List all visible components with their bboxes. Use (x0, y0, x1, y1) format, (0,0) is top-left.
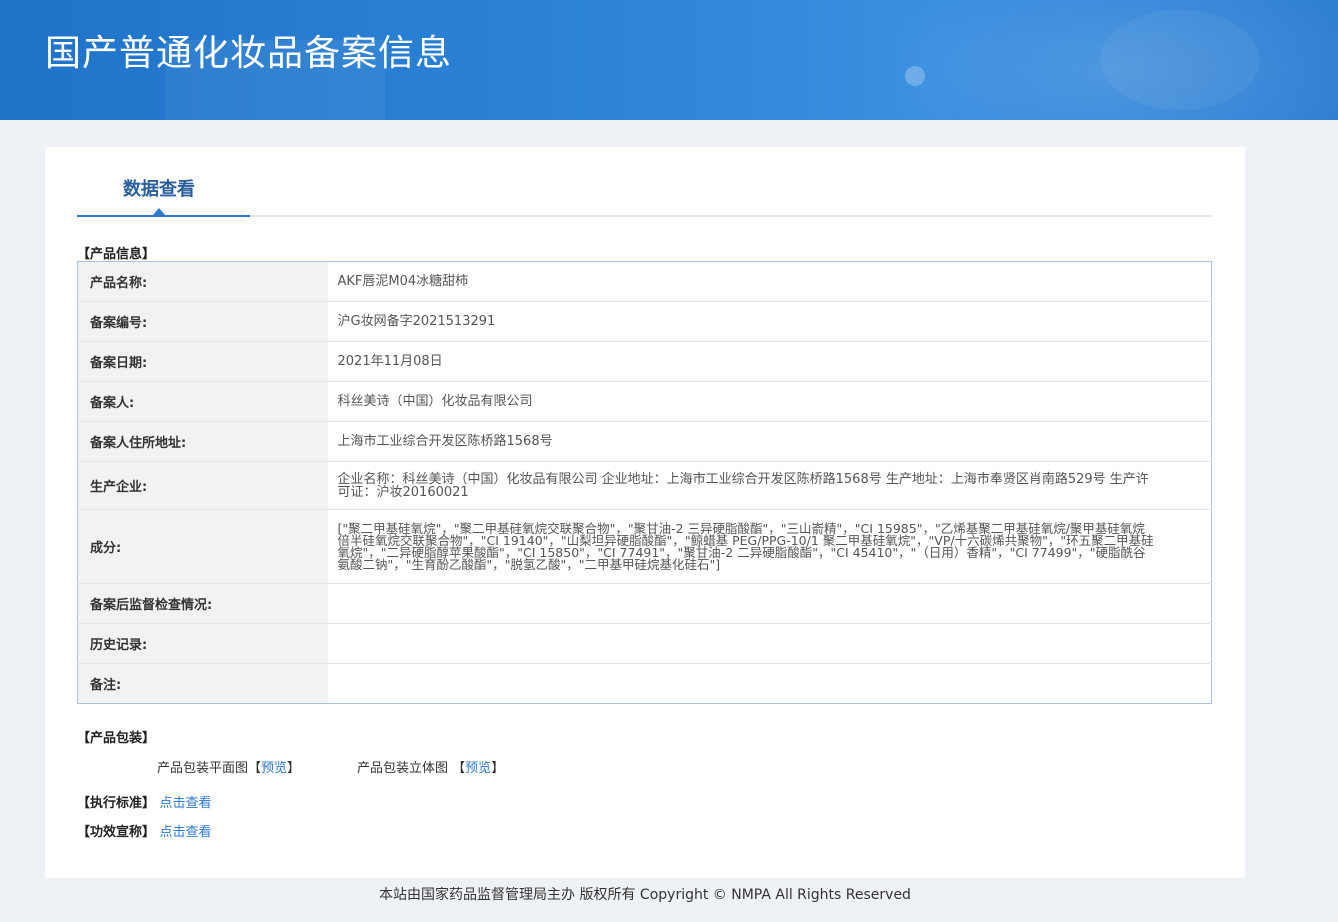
stereo-preview-link[interactable]: 预览 (465, 761, 491, 776)
row-value: 沪G妆网备字2021513291 (327, 301, 1212, 342)
claims-row: 【功效宣称】 点击查看 (77, 821, 212, 840)
standard-label: 【执行标准】 (77, 796, 156, 811)
table-row: 备案人住所地址: 上海市工业综合开发区陈桥路1568号 (77, 421, 1212, 462)
flat-preview-link[interactable]: 预览 (261, 761, 287, 776)
header-banner: 国产普通化妆品备案信息 (0, 0, 1338, 120)
table-row: 备注: (77, 663, 1212, 704)
row-label: 备案日期: (77, 341, 328, 382)
row-label: 备案后监督检查情况: (77, 583, 328, 624)
row-value (327, 623, 1212, 664)
banner-decoration (905, 66, 925, 86)
claims-label: 【功效宣称】 (77, 825, 156, 840)
product-info-table: 产品名称: AKF唇泥M04冰糖甜柿 备案编号: 沪G妆网备字202151329… (77, 261, 1212, 704)
row-value (327, 663, 1212, 704)
tab-data-view[interactable]: 数据查看 (77, 147, 250, 217)
content-card: 数据查看 【产品信息】 产品名称: AKF唇泥M04冰糖甜柿 备案编号: 沪G妆… (45, 147, 1245, 878)
standard-row: 【执行标准】 点击查看 (77, 792, 212, 811)
packaging-flat-label: 产品包装平面图 (157, 761, 249, 776)
row-value: 科丝美诗（中国）化妆品有限公司 (327, 381, 1212, 422)
row-label: 备案人住所地址: (77, 421, 328, 462)
site-title: 国产普通化妆品备案信息 (45, 33, 453, 74)
row-label: 历史记录: (77, 623, 328, 664)
row-label: 生产企业: (77, 461, 328, 510)
table-row: 备案编号: 沪G妆网备字2021513291 (77, 301, 1212, 342)
bracket: 【 (452, 761, 466, 776)
table-row: 生产企业: 企业名称：科丝美诗（中国）化妆品有限公司 企业地址：上海市工业综合开… (77, 461, 1212, 510)
table-row: 备案后监督检查情况: (77, 583, 1212, 624)
table-row: 历史记录: (77, 623, 1212, 664)
row-value: AKF唇泥M04冰糖甜柿 (337, 274, 469, 289)
table-row: 产品名称: AKF唇泥M04冰糖甜柿 (77, 261, 1212, 302)
banner-decoration (1100, 10, 1260, 110)
standard-view-link[interactable]: 点击查看 (160, 796, 212, 811)
footer-copyright: 本站由国家药品监督管理局主办 版权所有 Copyright © NMPA All… (379, 887, 911, 903)
product-info-section-title: 【产品信息】 (77, 247, 156, 262)
row-label: 备案编号: (77, 301, 328, 342)
packaging-stereo-label: 产品包装立体图 (357, 761, 449, 776)
row-value: 2021年11月08日 (327, 341, 1212, 382)
row-label: 产品名称: (77, 261, 328, 302)
row-value (327, 583, 1212, 624)
packaging-flat-item: 产品包装平面图【预览】 (157, 757, 300, 776)
packaging-stereo-item: 产品包装立体图 【预览】 (357, 757, 504, 776)
table-row: 备案日期: 2021年11月08日 (77, 341, 1212, 382)
tab-label: 数据查看 (123, 179, 195, 200)
bracket: 】 (491, 761, 505, 776)
tab-bar: 数据查看 (77, 147, 1212, 217)
claims-view-link[interactable]: 点击查看 (160, 825, 212, 840)
row-label: 备案人: (77, 381, 328, 422)
table-row: 成分: ["聚二甲基硅氧烷"，"聚二甲基硅氧烷交联聚合物"，"聚甘油-2 三异硬… (77, 509, 1212, 584)
packaging-section-title: 【产品包装】 (77, 731, 156, 746)
row-value: 企业名称：科丝美诗（中国）化妆品有限公司 企业地址：上海市工业综合开发区陈桥路1… (327, 461, 1212, 510)
row-value: 上海市工业综合开发区陈桥路1568号 (327, 421, 1212, 462)
table-row: 备案人: 科丝美诗（中国）化妆品有限公司 (77, 381, 1212, 422)
row-label: 成分: (77, 509, 328, 584)
row-value: ["聚二甲基硅氧烷"，"聚二甲基硅氧烷交联聚合物"，"聚甘油-2 三异硬脂酸酯"… (327, 509, 1212, 584)
bracket: 】 (287, 761, 301, 776)
banner-decoration (860, 0, 1338, 120)
tab-caret-icon (153, 208, 165, 215)
bracket: 【 (248, 761, 262, 776)
row-label: 备注: (77, 663, 328, 704)
